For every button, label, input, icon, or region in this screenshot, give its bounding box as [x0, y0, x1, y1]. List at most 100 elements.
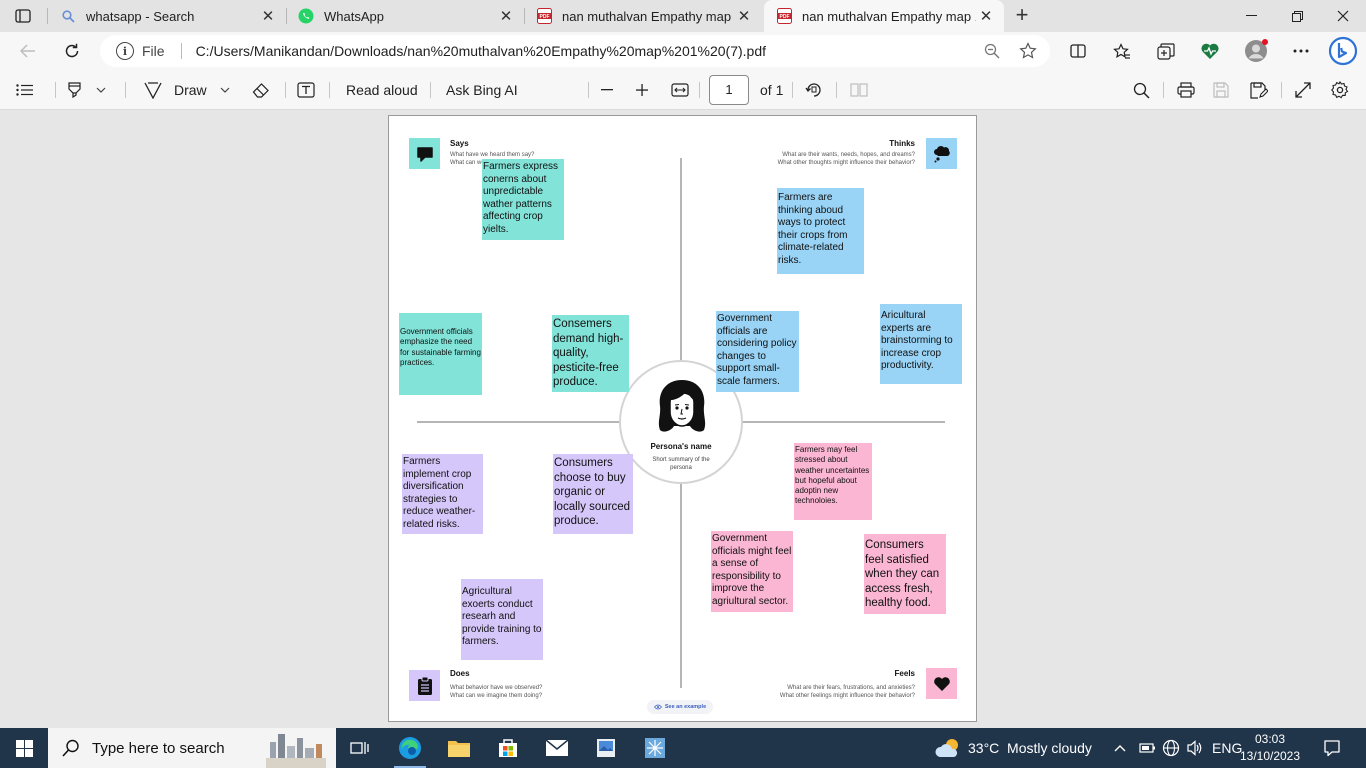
edge-taskbar-icon[interactable] [386, 728, 434, 768]
feels-note-2[interactable]: Government officials might feel a sense … [711, 531, 793, 612]
search-icon [62, 739, 79, 757]
close-tab-icon[interactable]: ✕ [976, 6, 996, 26]
pdf-page: Says What have we heard them say? What c… [388, 115, 977, 722]
highlight-icon[interactable] [66, 78, 84, 102]
persona-avatar-icon [658, 380, 706, 432]
tab-whatsapp[interactable]: WhatsApp ✕ [286, 0, 524, 32]
show-hidden-icons-icon[interactable] [1114, 728, 1126, 768]
favorite-star-icon[interactable] [1014, 37, 1042, 65]
minus-icon [601, 89, 613, 91]
back-icon[interactable] [14, 38, 42, 64]
profile-avatar[interactable] [1241, 38, 1271, 64]
photos-app-icon[interactable] [582, 728, 630, 768]
search-icon [60, 8, 76, 24]
zoom-out-button[interactable] [601, 78, 613, 102]
battery-icon[interactable] [1139, 728, 1157, 768]
thinks-subtitle-2: What other thoughts might influence thei… [777, 160, 915, 166]
add-text-icon[interactable] [297, 78, 315, 102]
tab-whatsapp-search[interactable]: whatsapp - Search ✕ [48, 0, 286, 32]
clock-date: 13/10/2023 [1239, 749, 1301, 763]
feels-note-1[interactable]: Farmers may feel stressed about weather … [794, 443, 872, 520]
close-tab-icon[interactable]: ✕ [734, 6, 754, 26]
thinks-note-3[interactable]: Aricultural experts are brainstorming to… [880, 304, 962, 384]
url-text[interactable]: C:/Users/Manikandan/Downloads/nan%20muth… [196, 43, 978, 59]
toolbar-divider [329, 82, 330, 98]
system-clock[interactable]: 03:03 13/10/2023 [1238, 731, 1302, 765]
close-tab-icon[interactable]: ✕ [496, 6, 516, 26]
draw-dropdown-icon[interactable] [220, 78, 230, 102]
more-options-icon[interactable] [1286, 38, 1316, 64]
highlight-dropdown-icon[interactable] [96, 78, 106, 102]
restore-icon[interactable] [1274, 0, 1320, 32]
tab-title: WhatsApp [324, 8, 384, 24]
says-note-1[interactable]: Farmers express conerns about unpredicta… [482, 159, 564, 240]
says-note-3[interactable]: Consemers demand high-quality, pesticite… [552, 315, 629, 392]
notifications-icon[interactable] [1323, 728, 1341, 768]
tab-actions-icon[interactable] [8, 5, 38, 27]
taskbar-search-box[interactable]: Type here to search [48, 728, 336, 768]
says-note-2[interactable]: Government officials emphasize the need … [399, 313, 482, 395]
tab-pdf-1[interactable]: PDF nan muthalvan Empathy map 1 ( ✕ [524, 0, 762, 32]
new-tab-icon[interactable]: + [1010, 4, 1034, 28]
find-icon[interactable] [1133, 78, 1150, 102]
page-number-input[interactable]: 1 [709, 75, 749, 105]
address-bar[interactable]: i File C:/Users/Manikandan/Downloads/nan… [100, 35, 1050, 67]
thinks-note-1[interactable]: Farmers are thinking aboud ways to prote… [777, 188, 864, 274]
thought-cloud-icon [926, 138, 957, 169]
page-view-icon[interactable] [850, 78, 868, 102]
read-aloud-button[interactable]: Read aloud [346, 78, 418, 102]
feels-subtitle-2: What other feelings might influence thei… [779, 693, 915, 699]
weather-widget[interactable]: 33°C Mostly cloudy [934, 728, 1092, 768]
network-globe-icon[interactable] [1162, 728, 1180, 768]
table-of-contents-icon[interactable] [16, 78, 34, 102]
snipping-tool-icon[interactable] [631, 728, 679, 768]
microsoft-store-icon[interactable] [484, 728, 532, 768]
thinks-note-2[interactable]: Government officials are considering pol… [716, 311, 799, 392]
does-title: Does [450, 669, 470, 678]
zoom-out-icon[interactable] [978, 37, 1006, 65]
task-view-icon[interactable] [336, 728, 384, 768]
minimize-icon[interactable] [1228, 0, 1274, 32]
does-note-2[interactable]: Consumers choose to buy organic or local… [553, 454, 633, 534]
split-screen-icon[interactable] [1063, 38, 1093, 64]
refresh-icon[interactable] [58, 38, 86, 64]
collections-icon[interactable] [1151, 38, 1181, 64]
pdf-icon: PDF [776, 8, 792, 24]
says-title: Says [450, 139, 469, 148]
taskbar-search-placeholder: Type here to search [92, 739, 225, 757]
windows-start-icon[interactable] [0, 728, 48, 768]
tab-title: nan muthalvan Empathy map 1 ( [562, 8, 734, 24]
draw-button[interactable]: Draw [143, 78, 207, 102]
close-window-icon[interactable] [1320, 0, 1366, 32]
save-icon[interactable] [1213, 78, 1229, 102]
mail-icon[interactable] [533, 728, 581, 768]
fit-to-width-icon[interactable] [671, 78, 689, 102]
browser-essentials-icon[interactable] [1195, 38, 1225, 64]
info-icon[interactable]: i [116, 42, 134, 60]
tab-pdf-active[interactable]: PDF nan muthalvan Empathy map 1 ( ✕ [764, 0, 1004, 32]
svg-text:PDF: PDF [539, 14, 549, 20]
volume-icon[interactable] [1186, 728, 1204, 768]
file-explorer-icon[interactable] [435, 728, 483, 768]
eraser-icon[interactable] [252, 78, 270, 102]
fullscreen-icon[interactable] [1295, 78, 1311, 102]
feels-note-3[interactable]: Consumers feel satisfied when they can a… [864, 534, 946, 614]
save-as-icon[interactable] [1250, 78, 1268, 102]
settings-gear-icon[interactable] [1331, 78, 1349, 102]
favorites-icon[interactable] [1107, 38, 1137, 64]
does-note-3[interactable]: Agricultural exoerts conduct researh and… [461, 579, 543, 660]
address-bar-row: i File C:/Users/Manikandan/Downloads/nan… [0, 32, 1366, 70]
toolbar-divider [1163, 82, 1164, 98]
tab-strip: whatsapp - Search ✕ WhatsApp ✕ PDF nan m… [0, 0, 1366, 32]
bing-copilot-icon[interactable] [1327, 35, 1359, 67]
print-icon[interactable] [1177, 78, 1195, 102]
tab-title: whatsapp - Search [86, 8, 195, 24]
see-example-link[interactable]: See an example [647, 700, 713, 714]
close-tab-icon[interactable]: ✕ [258, 6, 278, 26]
does-note-1[interactable]: Farmers implement crop diversification s… [402, 454, 483, 534]
ask-bing-ai-button[interactable]: Ask Bing AI [446, 78, 518, 102]
rotate-icon[interactable] [805, 78, 823, 102]
svg-text:PDF: PDF [779, 14, 789, 20]
search-highlight-city-icon [266, 734, 326, 768]
zoom-in-button[interactable] [636, 78, 648, 102]
